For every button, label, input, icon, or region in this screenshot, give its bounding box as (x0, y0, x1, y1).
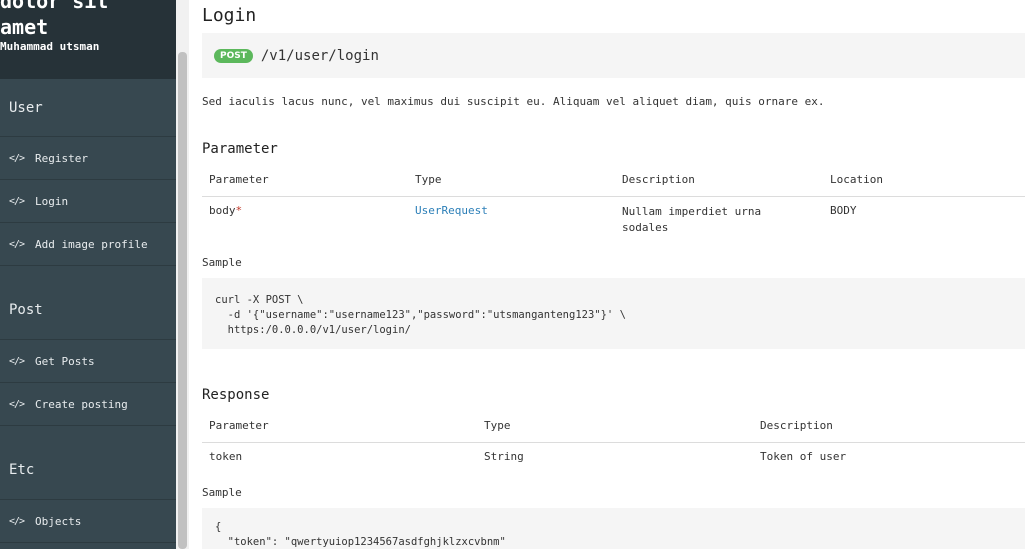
code-icon: </> (9, 355, 25, 367)
column-header: Type (415, 173, 442, 186)
nav-item-label: Login (35, 194, 69, 208)
sidebar-scrollbar-thumb[interactable] (178, 52, 187, 549)
nav-item-label: Create posting (35, 397, 128, 411)
nav-item-label: Get Posts (35, 354, 95, 368)
param-name: body* (209, 204, 243, 217)
param-location: BODY (830, 204, 857, 217)
response-name: token (209, 450, 243, 463)
sidebar-header: dolor sit amet Muhammad utsman (0, 0, 176, 79)
main-content: Login POST /v1/user/login Sed iaculis la… (202, 0, 1025, 549)
required-marker: * (235, 204, 243, 217)
code-icon: </> (9, 398, 25, 410)
type-link-userrequest[interactable]: UserRequest (415, 204, 488, 217)
column-header: Parameter (209, 419, 269, 432)
column-header: Parameter (209, 173, 269, 186)
param-description: Nullam imperdiet urna sodales (622, 205, 762, 234)
method-badge: POST (214, 48, 253, 63)
section-title-etc: Etc (0, 426, 176, 500)
brand-author: Muhammad utsman (0, 40, 100, 53)
code-icon: </> (9, 152, 25, 164)
code-icon: </> (9, 195, 25, 207)
code-icon: </> (9, 515, 25, 527)
nav-item-label: Objects (35, 514, 82, 528)
section-title-post: Post (0, 266, 176, 340)
sample-label: Sample (202, 256, 242, 269)
parameter-table-header: Parameter Type Description Location (202, 167, 1025, 197)
nav-item-label: Register (35, 151, 88, 165)
brand-title: dolor sit amet (0, 0, 109, 39)
sample-label: Sample (202, 486, 242, 499)
response-table-header: Parameter Type Description (202, 413, 1025, 443)
nav-item-label: Add image profile (35, 237, 148, 251)
endpoint-path: /v1/user/login (260, 47, 379, 64)
column-header: Type (484, 419, 511, 432)
column-header: Description (622, 173, 695, 186)
parameter-heading: Parameter (202, 141, 278, 157)
nav-item-create-posting[interactable]: </> Create posting (0, 383, 176, 426)
nav-item-add-image-profile[interactable]: </> Add image profile (0, 223, 176, 266)
response-sample-code: { "token": "qwertyuiop1234567asdfghjklzx… (202, 508, 1025, 549)
section-title-user: User (0, 79, 176, 137)
response-description: Token of user (760, 450, 847, 463)
nav-item-objects[interactable]: </> Objects (0, 500, 176, 543)
nav-item-login[interactable]: </> Login (0, 180, 176, 223)
endpoint-bar: POST /v1/user/login (202, 33, 1025, 78)
request-sample-code: curl -X POST \ -d '{"username":"username… (202, 278, 1025, 349)
code-icon: </> (9, 238, 25, 250)
response-type: String (484, 450, 524, 463)
sidebar: dolor sit amet Muhammad utsman User </> … (0, 0, 176, 549)
endpoint-description: Sed iaculis lacus nunc, vel maximus dui … (202, 95, 825, 108)
nav-item-register[interactable]: </> Register (0, 137, 176, 180)
response-heading: Response (202, 387, 270, 403)
nav-item-get-posts[interactable]: </> Get Posts (0, 340, 176, 383)
column-header: Location (830, 173, 883, 186)
column-header: Description (760, 419, 833, 432)
page-title: Login (202, 5, 257, 26)
